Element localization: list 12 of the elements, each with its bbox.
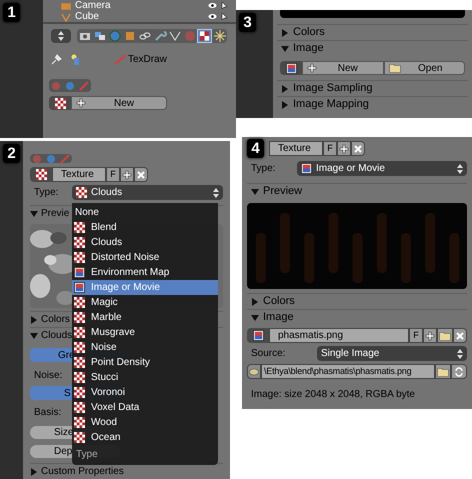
type-label: Type: xyxy=(33,186,60,200)
brush-name: TexDraw xyxy=(128,52,167,66)
image-info: Image: size 2048 x 2048, RGBA byte xyxy=(250,388,416,402)
panel-number: 3 xyxy=(239,13,256,32)
source-label: Source: xyxy=(250,347,286,361)
basis-label: Basis: xyxy=(33,406,62,420)
type-label: Type: xyxy=(250,162,276,176)
menu-title: Type xyxy=(75,448,99,462)
noise-label: Noise: xyxy=(33,369,62,380)
panel-number: 4 xyxy=(247,139,264,158)
panel-number: 1 xyxy=(3,3,20,22)
panel-number: 2 xyxy=(3,144,20,163)
